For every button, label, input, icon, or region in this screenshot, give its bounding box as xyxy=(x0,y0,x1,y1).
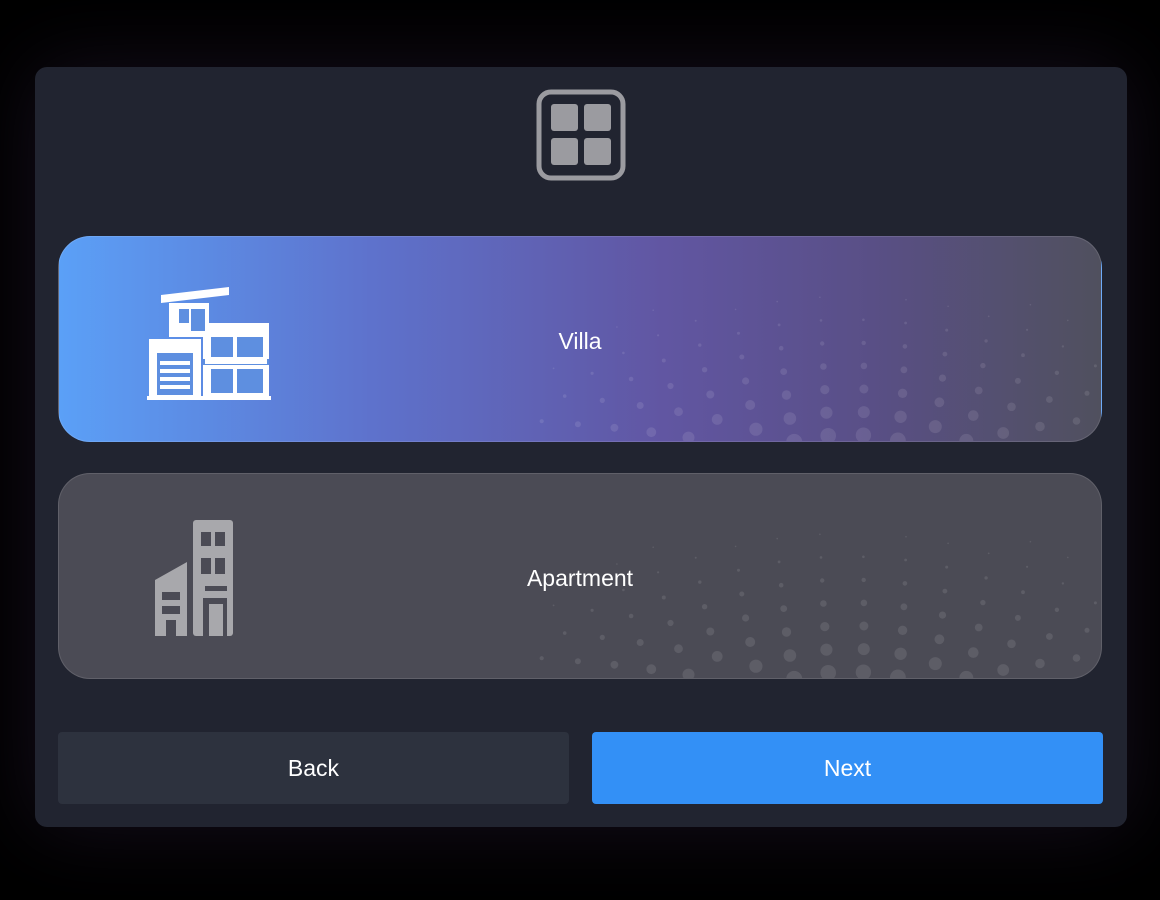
next-button[interactable]: Next xyxy=(592,732,1103,804)
option-villa[interactable]: Villa xyxy=(58,236,1102,442)
grid-icon xyxy=(536,89,626,181)
selection-panel xyxy=(35,67,1127,827)
option-label: Villa xyxy=(558,328,602,354)
back-button[interactable]: Back xyxy=(58,732,569,804)
screen: Villa Apartment Back Next xyxy=(0,0,1160,900)
option-apartment[interactable]: Apartment xyxy=(58,473,1102,679)
option-label: Apartment xyxy=(526,565,634,591)
